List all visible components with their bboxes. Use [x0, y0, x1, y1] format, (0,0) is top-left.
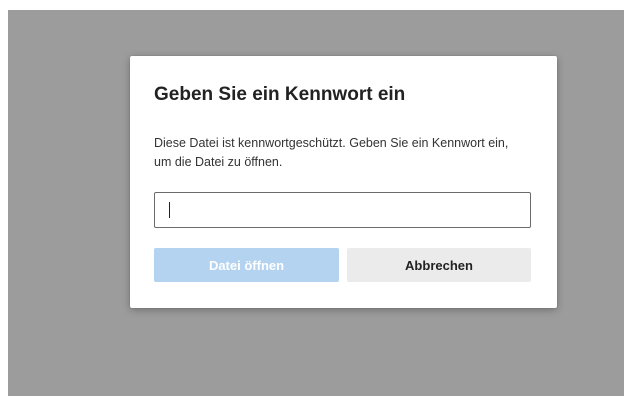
dialog-title: Geben Sie ein Kennwort ein: [154, 84, 406, 105]
dialog-description: Diese Datei ist kennwortgeschützt. Geben…: [154, 136, 509, 169]
password-dialog: Geben Sie ein Kennwort ein Diese Datei i…: [130, 56, 557, 308]
open-file-button[interactable]: Datei öffnen: [154, 248, 339, 282]
password-input[interactable]: [154, 192, 531, 228]
text-cursor: [169, 202, 170, 218]
cancel-button[interactable]: Abbrechen: [347, 248, 531, 282]
